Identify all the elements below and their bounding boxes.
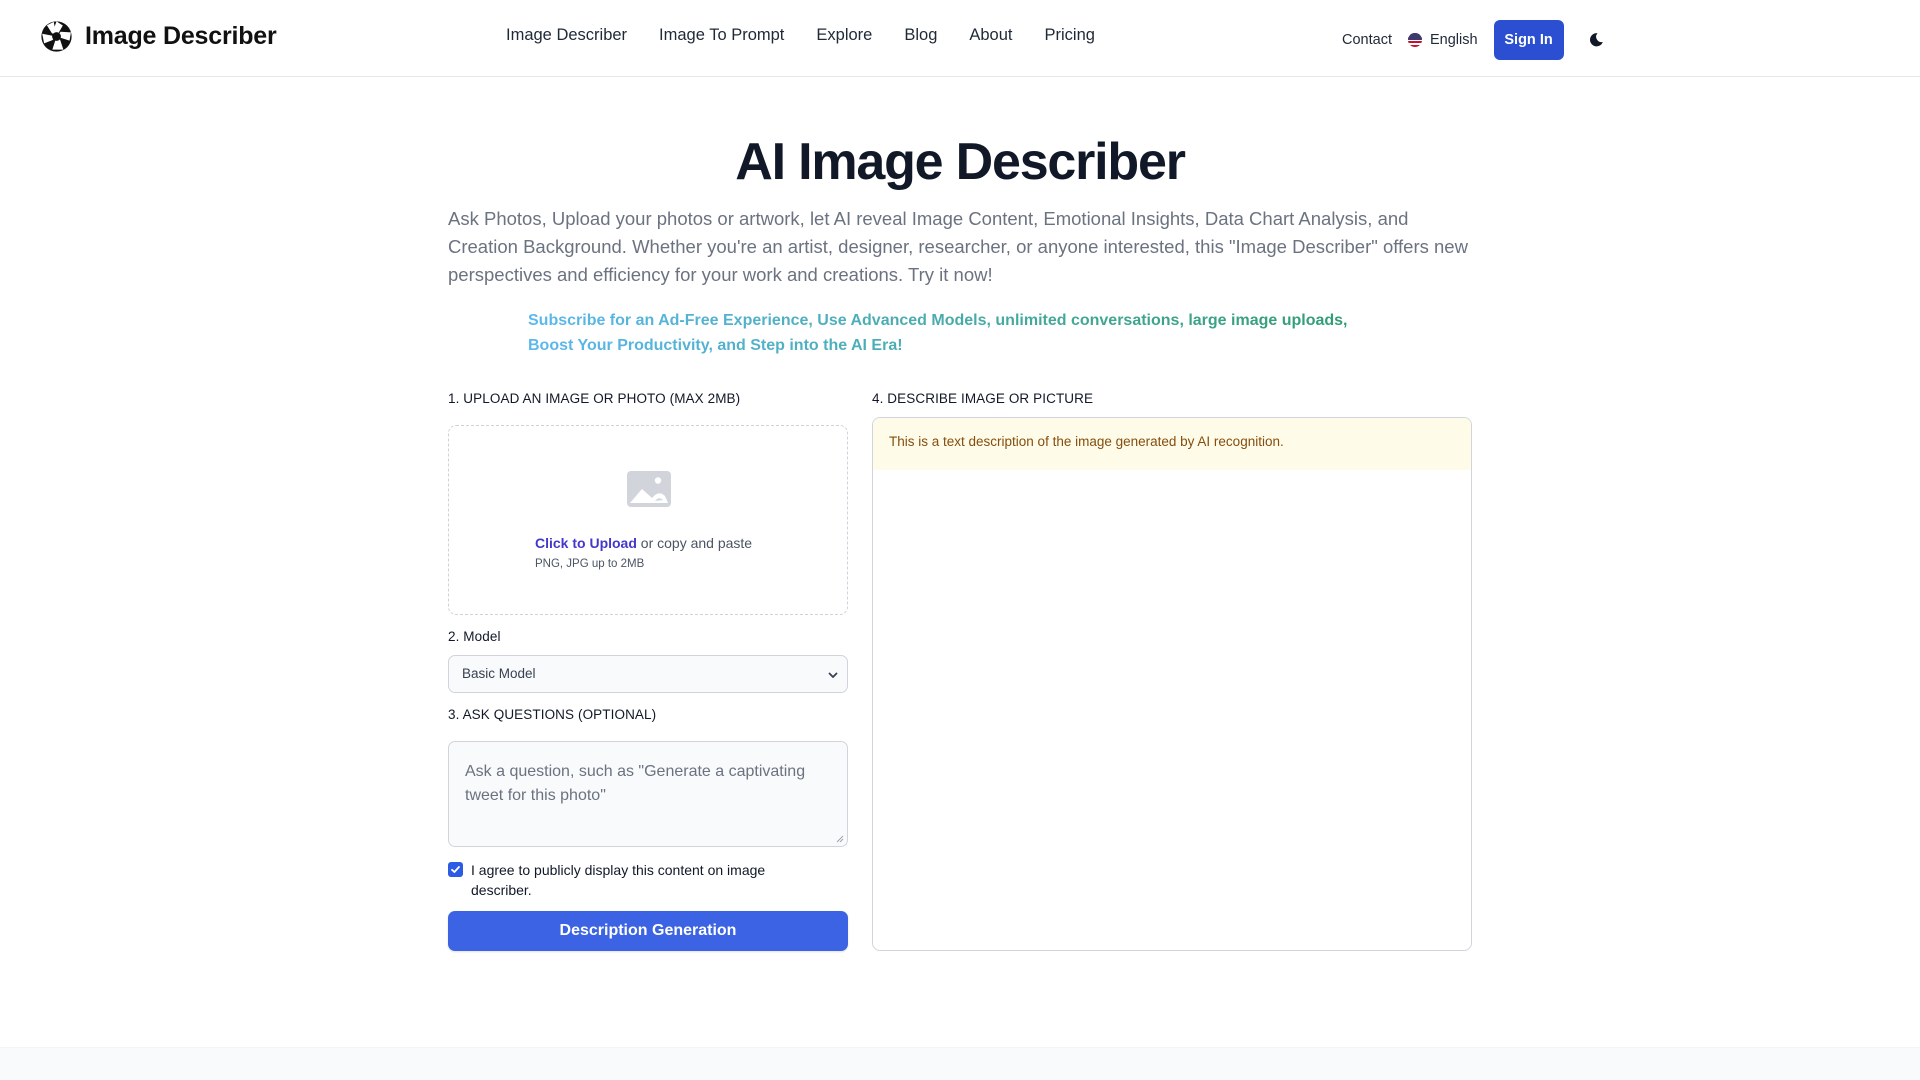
question-placeholder: Ask a question, such as "Generate a capt… [465, 763, 806, 804]
description-generation-button[interactable]: Description Generation [448, 911, 848, 951]
subscribe-promo-link[interactable]: Subscribe for an Ad-Free Experience, Use… [528, 309, 1388, 358]
site-header: Image Describer Image Describer Image To… [0, 0, 1920, 77]
moon-icon[interactable] [1588, 32, 1604, 48]
brand-name: Image Describer [85, 22, 277, 50]
upload-hint: PNG, JPG up to 2MB [535, 558, 645, 570]
contact-link[interactable]: Contact [1342, 32, 1392, 48]
result-notice: This is a text description of the image … [873, 418, 1471, 470]
language-label: English [1429, 32, 1478, 48]
aperture-icon [41, 21, 72, 52]
consent-checkbox[interactable] [448, 862, 463, 877]
resize-handle-icon[interactable] [836, 835, 844, 843]
upload-dropzone[interactable]: Click to Upload or copy and paste PNG, J… [448, 425, 848, 615]
nav-blog[interactable]: Blog [904, 26, 937, 45]
model-label: 2. Model [448, 629, 501, 644]
nav-explore[interactable]: Explore [816, 26, 872, 45]
checkmark-icon [451, 866, 460, 873]
consent-label: I agree to publicly display this content… [471, 862, 766, 898]
result-panel: This is a text description of the image … [872, 417, 1472, 951]
public-consent[interactable]: I agree to publicly display this content… [448, 860, 848, 900]
nav-about[interactable]: About [969, 26, 1012, 45]
click-to-upload-link[interactable]: Click to Upload [535, 535, 637, 551]
header-actions: Contact English Sign In [1342, 20, 1604, 60]
intro-paragraph: Ask Photos, Upload your photos or artwor… [448, 208, 1468, 285]
chevron-down-icon [828, 672, 838, 678]
language-selector[interactable]: English [1407, 32, 1478, 48]
nav-pricing[interactable]: Pricing [1045, 26, 1095, 45]
nav-image-to-prompt[interactable]: Image To Prompt [659, 26, 784, 45]
upload-paste-text: or copy and paste [636, 535, 753, 551]
model-select[interactable]: Basic Model [448, 655, 848, 693]
sign-in-button[interactable]: Sign In [1493, 20, 1564, 60]
image-placeholder-icon [627, 471, 671, 507]
footer-band [0, 1047, 1920, 1080]
us-flag-icon [1407, 33, 1422, 47]
nav-image-describer[interactable]: Image Describer [506, 26, 627, 45]
questions-label: 3. ASK QUESTIONS (OPTIONAL) [448, 707, 657, 722]
upload-instructions: Click to Upload or copy and paste [535, 535, 752, 551]
brand-logo-link[interactable]: Image Describer [40, 20, 277, 53]
page-title: AI Image Describer [735, 133, 1186, 191]
model-selected-value: Basic Model [462, 666, 536, 681]
result-label: 4. DESCRIBE IMAGE OR PICTURE [872, 391, 1094, 406]
upload-label: 1. UPLOAD AN IMAGE OR PHOTO (MAX 2MB) [448, 391, 741, 406]
question-input[interactable]: Ask a question, such as "Generate a capt… [448, 741, 848, 847]
main-nav: Image Describer Image To Prompt Explore … [506, 26, 1095, 45]
